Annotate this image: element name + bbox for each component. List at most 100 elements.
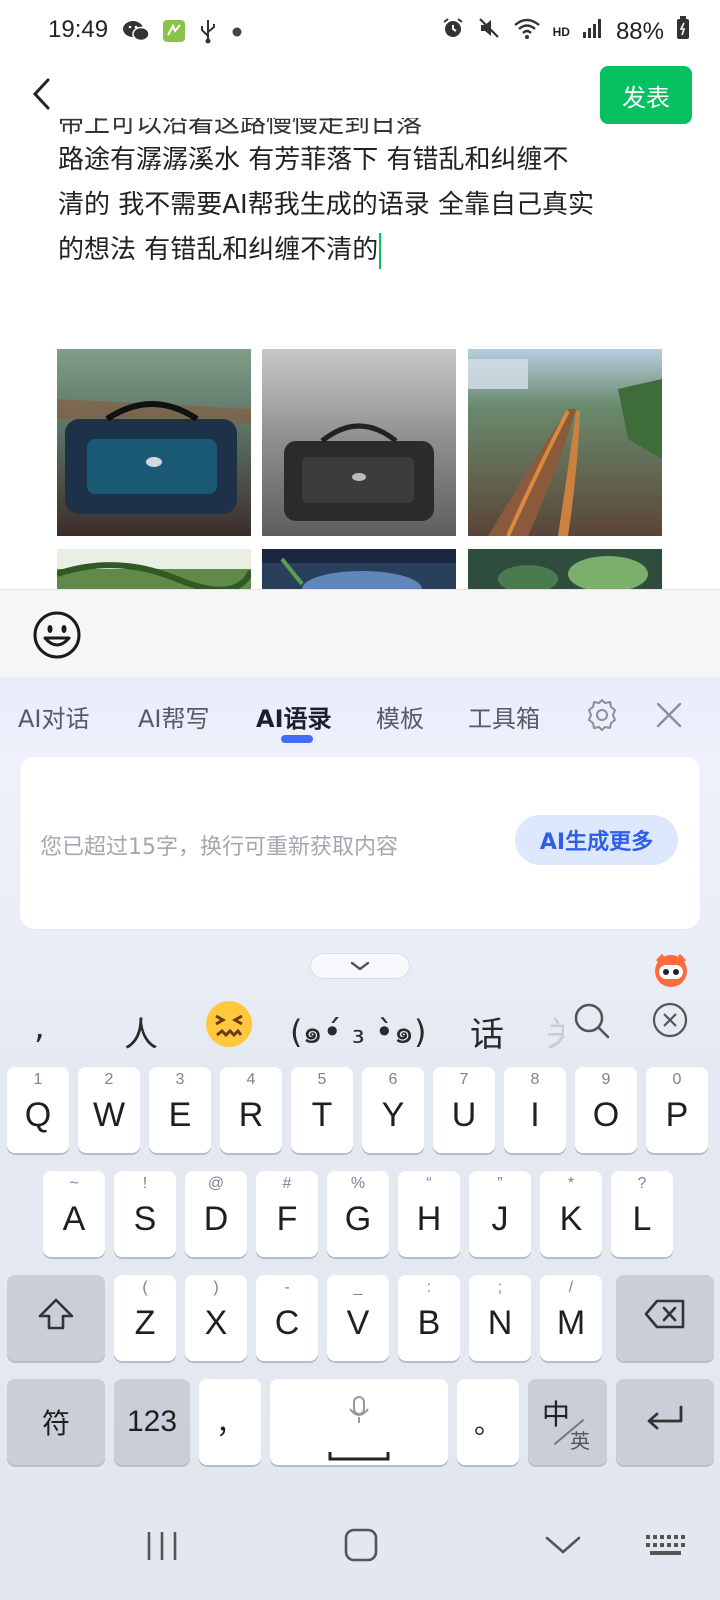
post-text-line: 清的 我不需要AI帮我生成的语录 全靠自己真实	[58, 190, 594, 220]
key-e[interactable]: 3E	[149, 1067, 211, 1153]
battery-icon	[676, 16, 690, 47]
candidate-item[interactable]: ,	[34, 1007, 45, 1047]
wifi-icon	[513, 16, 541, 47]
usb-icon	[198, 18, 218, 48]
key-u[interactable]: 7U	[433, 1067, 495, 1153]
microphone-icon	[347, 1395, 371, 1434]
enter-key[interactable]	[616, 1379, 714, 1465]
wechat-icon	[122, 19, 150, 47]
hd-label: HD	[552, 24, 570, 39]
key-h[interactable]: “H	[398, 1171, 460, 1257]
tab-ai-quotes[interactable]: AI语录	[256, 699, 332, 734]
collapse-panel-button[interactable]	[310, 953, 410, 979]
symbols-key[interactable]: 符	[7, 1379, 105, 1465]
photo-greenery[interactable]	[57, 549, 251, 589]
dot-icon	[230, 24, 244, 43]
home-icon[interactable]	[336, 1520, 386, 1570]
back-nav-chevron-down-icon[interactable]	[538, 1520, 588, 1570]
photo-water[interactable]	[262, 549, 456, 589]
candidate-item-faded[interactable]: 关	[546, 1007, 564, 1056]
status-time: 19:49	[48, 16, 109, 43]
numbers-key[interactable]: 123	[114, 1379, 190, 1465]
photo-bag-gray[interactable]	[262, 349, 456, 536]
key-z[interactable]: (Z	[114, 1275, 176, 1361]
chevron-left-icon	[30, 76, 54, 116]
candidate-item[interactable]: (๑•́ ₃ •̀๑)	[290, 1007, 427, 1058]
key-k[interactable]: * K	[540, 1171, 602, 1257]
key-o[interactable]: 9O	[575, 1067, 637, 1153]
signal-icon	[582, 17, 604, 46]
candidate-bar: , 人 (๑•́ ₃ •̀๑) 话 关	[0, 987, 720, 1077]
ai-tab-bar: AI对话 AI帮写 AI语录 模板 工具箱	[0, 677, 720, 753]
post-text-line: 路途有潺潺溪水 有芳菲落下 有错乱和纠缠不	[58, 145, 569, 175]
backspace-key[interactable]	[616, 1275, 714, 1361]
key-n[interactable]: ; N	[469, 1275, 531, 1361]
ai-hint-text: 您已超过15字，换行可重新获取内容	[40, 835, 398, 860]
gear-icon[interactable]	[584, 697, 620, 733]
tab-ai-write[interactable]: AI帮写	[138, 699, 210, 734]
key-g[interactable]: % G	[327, 1171, 389, 1257]
key-i[interactable]: 8I	[504, 1067, 566, 1153]
confounded-face-emoji-icon[interactable]	[204, 999, 254, 1049]
key-f[interactable]: # F	[256, 1171, 318, 1257]
ai-generate-more-button[interactable]: AI生成更多	[515, 815, 678, 865]
key-d[interactable]: @ D	[185, 1171, 247, 1257]
back-button[interactable]	[18, 72, 66, 120]
key-a[interactable]: ~ A	[43, 1171, 105, 1257]
candidate-item[interactable]: 人	[124, 1007, 158, 1056]
key-b[interactable]: :B	[398, 1275, 460, 1361]
text-caret	[379, 232, 382, 269]
language-switch-key[interactable]: 中 英	[528, 1379, 607, 1465]
publish-button[interactable]: 发表	[600, 66, 692, 124]
mute-icon	[477, 16, 501, 47]
mascot-icon[interactable]	[651, 949, 691, 989]
keyboard-switch-icon[interactable]	[640, 1520, 690, 1570]
search-icon[interactable]	[572, 1001, 612, 1041]
key-t[interactable]: 5T	[291, 1067, 353, 1153]
space-key[interactable]	[270, 1379, 448, 1465]
backspace-icon	[643, 1298, 687, 1339]
key-y[interactable]: 6Y	[362, 1067, 424, 1153]
enter-icon	[643, 1403, 687, 1442]
key-s[interactable]: ! S	[114, 1171, 176, 1257]
clear-candidates-icon[interactable]	[652, 1002, 688, 1038]
key-w[interactable]: 2W	[78, 1067, 140, 1153]
photo-leaves[interactable]	[468, 549, 662, 589]
photo-railway[interactable]	[468, 349, 662, 536]
shift-key[interactable]	[7, 1275, 105, 1361]
space-bar-icon	[327, 1433, 391, 1472]
tab-templates[interactable]: 模板	[376, 699, 424, 734]
status-bar: 19:49 HD 88%	[0, 0, 720, 64]
battery-percent: 88%	[615, 17, 664, 45]
tab-toolbox[interactable]: 工具箱	[468, 699, 540, 734]
photo-grid	[57, 349, 662, 589]
post-text-line-last: 的想法 有错乱和纠缠不清的	[58, 228, 678, 273]
key-c[interactable]: -C	[256, 1275, 318, 1361]
active-tab-indicator	[281, 735, 313, 743]
key-r[interactable]: 4R	[220, 1067, 282, 1153]
recent-apps-icon[interactable]	[137, 1520, 187, 1570]
candidate-item[interactable]: 话	[470, 1007, 504, 1056]
photo-bag-blue[interactable]	[57, 349, 251, 536]
key-x[interactable]: ) X	[185, 1275, 247, 1361]
key-p[interactable]: 0P	[646, 1067, 708, 1153]
emoji-toolbar	[0, 589, 720, 677]
key-j[interactable]: ” J	[469, 1171, 531, 1257]
ai-quote-card: 您已超过15字，换行可重新获取内容 AI生成更多	[20, 757, 700, 929]
comma-key[interactable]: ，	[199, 1379, 261, 1465]
key-l[interactable]: ? L	[611, 1171, 673, 1257]
key-m[interactable]: / M	[540, 1275, 602, 1361]
post-text-area[interactable]: 带上可以沿着这路慢慢走到日落 路途有潺潺溪水 有芳菲落下 有错乱和纠缠不 清的 …	[58, 118, 678, 288]
chevron-down-icon	[349, 957, 371, 976]
key-q[interactable]: 1Q	[7, 1067, 69, 1153]
period-key[interactable]: 。	[457, 1379, 519, 1465]
system-nav-bar	[0, 1490, 720, 1600]
key-v[interactable]: _ V	[327, 1275, 389, 1361]
keyboard-panel: AI对话 AI帮写 AI语录 模板 工具箱 您已超过15字，换行可重新获取内容 …	[0, 677, 720, 1600]
smiley-icon[interactable]	[32, 610, 82, 660]
tab-ai-chat[interactable]: AI对话	[18, 699, 90, 734]
app-icon	[162, 19, 186, 47]
shift-icon	[36, 1296, 76, 1341]
status-right: HD 88%	[441, 16, 690, 47]
close-icon[interactable]	[653, 699, 685, 731]
